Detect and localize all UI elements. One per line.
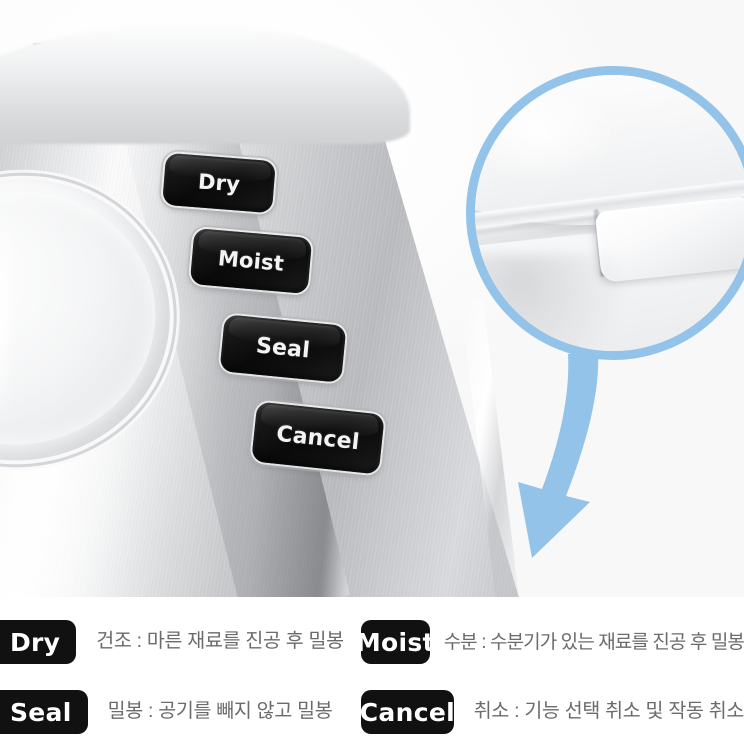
- panel-button-moist[interactable]: Moist: [189, 227, 313, 295]
- panel-button-dry-label: Dry: [197, 169, 241, 197]
- legend-desc-seal: 밀봉 : 공기를 빼지 않고 밀봉: [107, 700, 333, 723]
- panel-button-dry[interactable]: Dry: [162, 152, 276, 214]
- legend-item-moist: Moist 수분 : 수분기가 있는 재료를 진공 후 밀봉: [356, 616, 744, 668]
- legend-desc-cancel: 취소 : 기능 선택 취소 및 작동 취소: [473, 700, 744, 723]
- callout-photo: [475, 75, 744, 351]
- legend-desc-moist: 수분 : 수분기가 있는 재료를 진공 후 밀봉: [443, 631, 744, 653]
- legend-badge-moist: Moist: [356, 620, 435, 664]
- legend-item-dry: Dry 건조 : 마른 재료를 진공 후 밀봉: [0, 616, 358, 668]
- legend-desc-dry: 건조 : 마른 재료를 진공 후 밀봉: [96, 630, 344, 653]
- legend-row: Seal 밀봉 : 공기를 빼지 않고 밀봉 Cancel 취소 : 기능 선택…: [0, 686, 744, 738]
- legend-section: Dry 건조 : 마른 재료를 진공 후 밀봉 Moist 수분 : 수분기가 …: [0, 597, 744, 744]
- product-photo: Dry Moist Seal Cancel: [0, 0, 744, 597]
- legend-item-seal: Seal 밀봉 : 공기를 빼지 않고 밀봉: [0, 686, 358, 738]
- panel-button-moist-label: Moist: [217, 246, 285, 276]
- product-detail-page: Dry Moist Seal Cancel Dry 건조: 마른 재료를 진공…: [0, 0, 744, 744]
- detail-callout-circle: [466, 66, 744, 360]
- panel-button-cancel-label: Cancel: [275, 421, 361, 455]
- legend-badge-dry: Dry: [0, 620, 77, 664]
- legend-row: Dry 건조 : 마른 재료를 진공 후 밀봉 Moist 수분 : 수분기가 …: [0, 616, 744, 668]
- legend-badge-cancel: Cancel: [360, 690, 455, 734]
- legend-badge-seal: Seal: [0, 690, 88, 734]
- callout-highlight: [482, 94, 619, 184]
- legend-item-cancel: Cancel 취소 : 기능 선택 취소 및 작동 취소: [358, 686, 744, 738]
- panel-button-seal-label: Seal: [254, 333, 312, 364]
- callout-contact-shadow: [475, 254, 628, 351]
- panel-button-seal[interactable]: Seal: [219, 314, 347, 383]
